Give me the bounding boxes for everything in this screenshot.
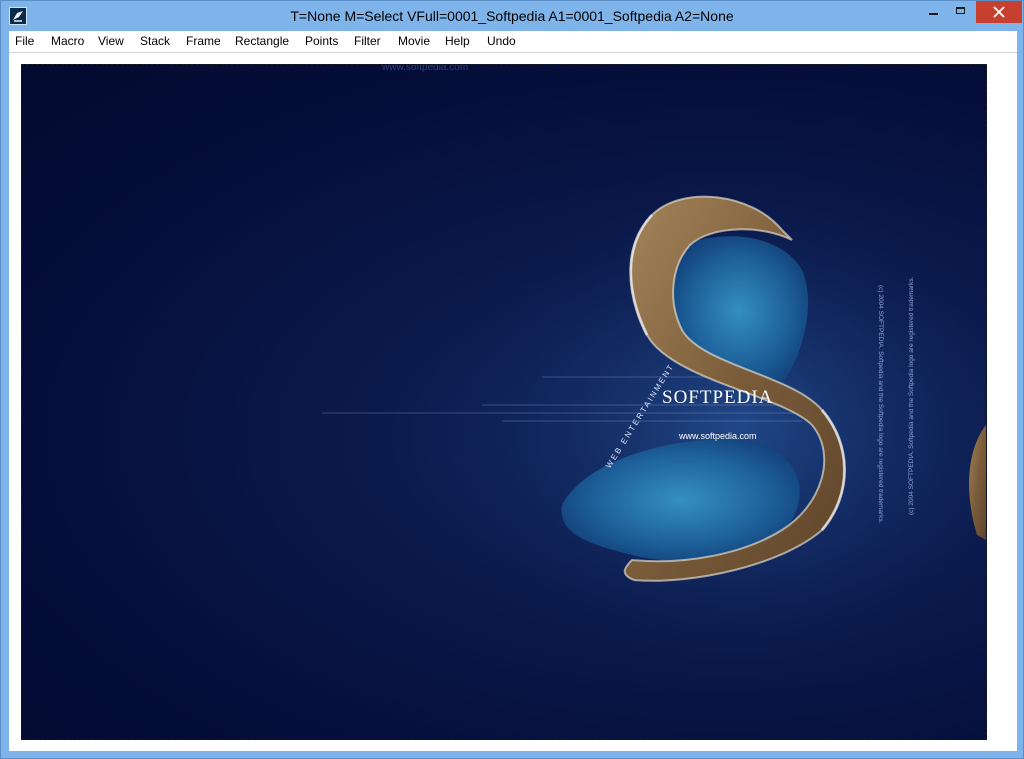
menu-frame[interactable]: Frame xyxy=(180,31,227,52)
menu-points[interactable]: Points xyxy=(299,31,344,52)
menu-view[interactable]: View xyxy=(92,31,130,52)
menu-rectangle[interactable]: Rectangle xyxy=(229,31,295,52)
menu-stack[interactable]: Stack xyxy=(134,31,176,52)
app-window: T=None M=Select VFull=0001_Softpedia A1=… xyxy=(0,0,1024,759)
title-bar[interactable]: T=None M=Select VFull=0001_Softpedia A1=… xyxy=(1,1,1023,31)
menu-help[interactable]: Help xyxy=(439,31,476,52)
softpedia-wallpaper xyxy=(322,145,986,705)
window-title: T=None M=Select VFull=0001_Softpedia A1=… xyxy=(290,8,734,24)
watermark-text: www.softpedia.com xyxy=(382,64,469,73)
maximize-icon[interactable] xyxy=(947,1,975,23)
menu-file[interactable]: File xyxy=(9,31,40,52)
menu-undo[interactable]: Undo xyxy=(481,31,522,52)
close-icon[interactable] xyxy=(976,1,1022,23)
menu-filter[interactable]: Filter xyxy=(348,31,387,52)
copyright-notice-right: (c) 2004 SOFTPEDIA. Softpedia and the So… xyxy=(908,276,915,515)
softpedia-logo: SOFTPEDIA xyxy=(662,387,774,408)
minimize-icon[interactable] xyxy=(919,1,947,23)
image-canvas[interactable]: www.softpedia.com SOFTPEDIA www.softpedi… xyxy=(21,64,987,740)
menu-movie[interactable]: Movie xyxy=(392,31,436,52)
image-viewport[interactable]: www.softpedia.com SOFTPEDIA www.softpedi… xyxy=(9,53,1017,751)
softpedia-url: www.softpedia.com xyxy=(679,431,757,441)
menu-macro[interactable]: Macro xyxy=(45,31,90,52)
copyright-notice-left: (c) 2004 SOFTPEDIA. Softpedia and the So… xyxy=(877,285,884,524)
menu-bar: File Macro View Stack Frame Rectangle Po… xyxy=(9,31,1017,53)
